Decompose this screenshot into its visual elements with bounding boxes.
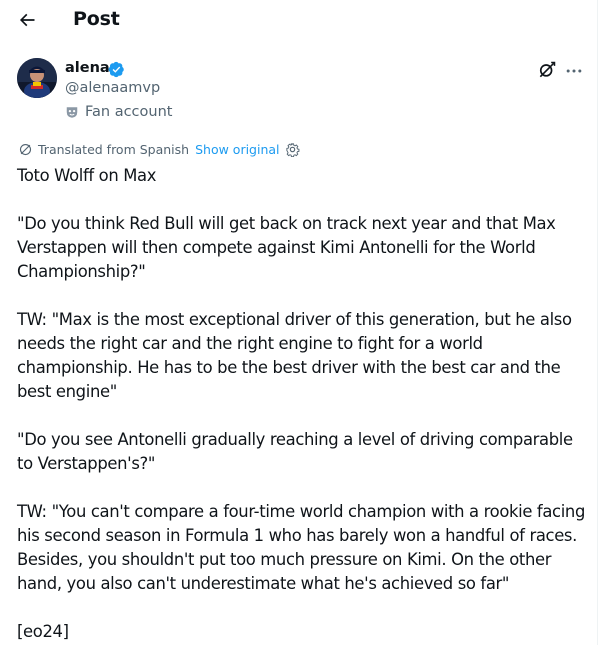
author-name[interactable]: alena — [65, 60, 110, 76]
translation-note: Translated from Spanish — [38, 142, 190, 157]
verified-badge-icon — [108, 61, 124, 78]
translate-icon — [19, 143, 32, 156]
settings-icon[interactable] — [285, 142, 300, 157]
show-original-link[interactable]: Show original — [195, 142, 279, 157]
grok-icon[interactable] — [537, 60, 557, 80]
page-title: Post — [73, 8, 120, 30]
post-text: Toto Wolff on Max "Do you think Red Bull… — [17, 166, 586, 641]
back-arrow-icon — [19, 13, 35, 27]
avatar[interactable] — [17, 58, 57, 98]
avatar-image — [17, 58, 57, 98]
back-button[interactable] — [10, 3, 44, 37]
post-page: Post alena @alenaamvp Fan account Transl… — [0, 0, 598, 645]
fan-account-text: Fan account — [85, 104, 173, 120]
mask-icon — [66, 107, 78, 118]
top-bar: Post — [0, 0, 597, 42]
translation-bar: Translated from Spanish Show original — [18, 142, 300, 157]
fan-account-label: Fan account — [65, 104, 172, 120]
more-icon[interactable] — [564, 61, 584, 81]
author-handle[interactable]: @alenaamvp — [65, 80, 160, 96]
